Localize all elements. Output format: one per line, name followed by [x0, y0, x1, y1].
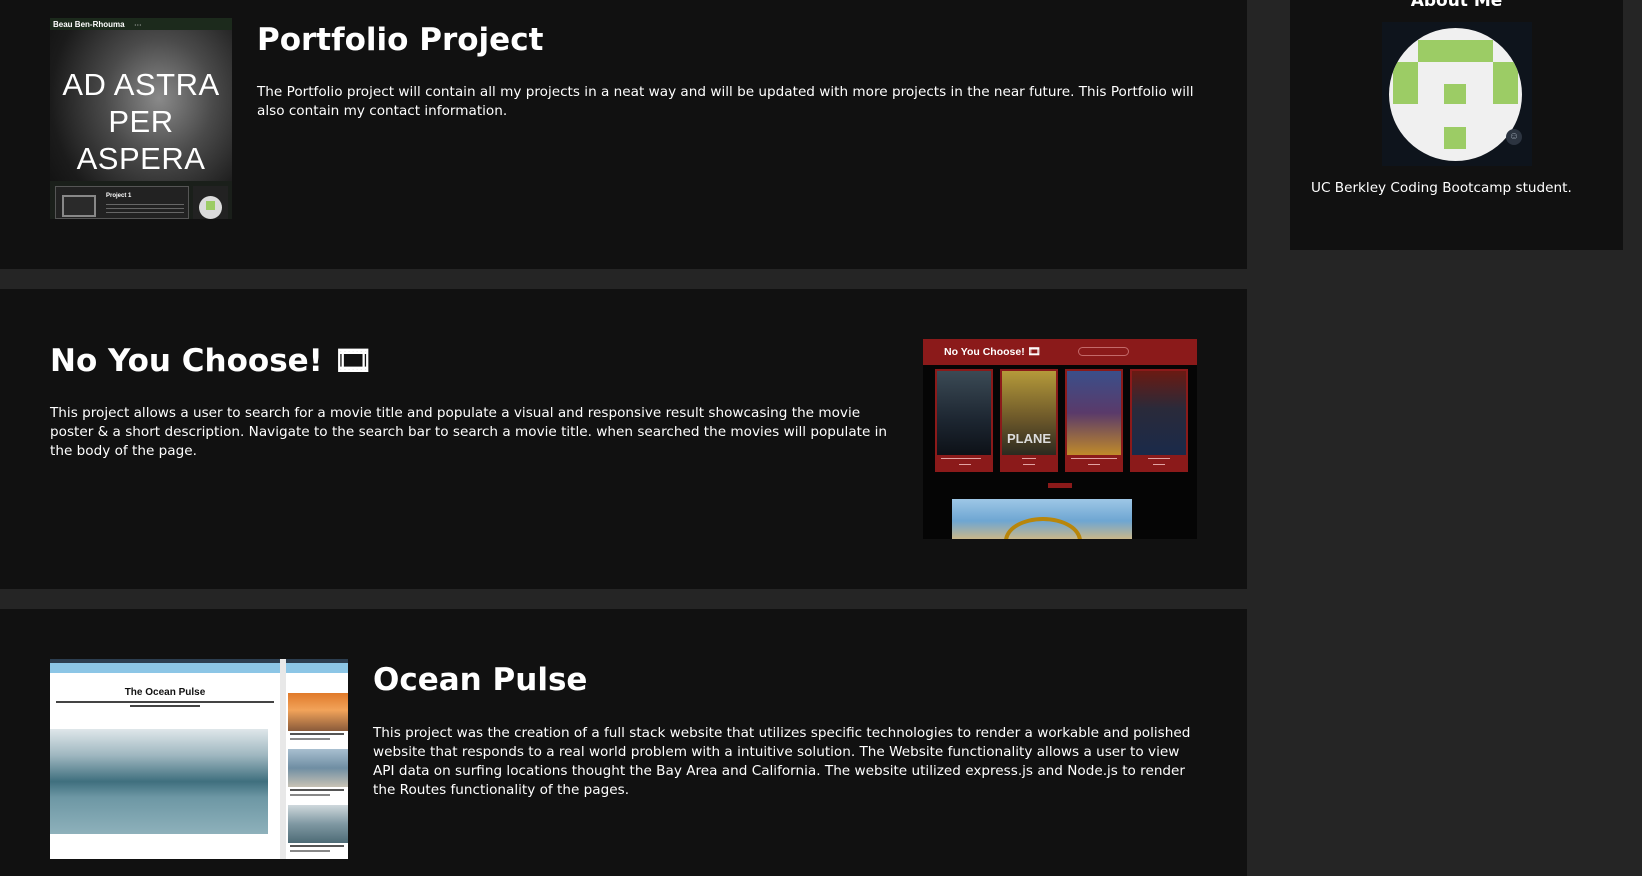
avatar-pixel [1493, 62, 1518, 104]
thumbnail-subtitle-line [130, 705, 200, 707]
thumbnail-motto: AD ASTRA PER ASPERA [50, 66, 232, 177]
thumbnail-top-bar [50, 659, 348, 673]
poster-rating-line [959, 464, 971, 465]
thumbnail-search-input [1078, 347, 1129, 356]
thumbnail-motto-line2: PER ASPERA [76, 104, 206, 176]
project-title-no-you-choose: No You Choose! 🎞 [50, 343, 373, 379]
location-caption-line [290, 845, 344, 847]
thumbnail-lower-section: Project 1 [50, 181, 232, 219]
poster-rating-line [1088, 464, 1100, 465]
thumbnail-nav-links: • • • [134, 21, 141, 27]
location-caption-line [290, 789, 344, 791]
thumbnail-column-divider [280, 659, 286, 859]
about-me-card: About Me ☺ UC Berkley Coding Bootcamp st… [1290, 0, 1623, 250]
thumbnail-navbar: Beau Ben-Rhouma • • • [50, 18, 232, 30]
poster-image [937, 371, 991, 455]
poster-caption-line [1148, 458, 1170, 459]
location-caption-line [290, 733, 344, 735]
thumbnail-project-label: Project 1 [106, 193, 132, 199]
thumbnail-wave-image [50, 729, 268, 834]
poster-image [1132, 371, 1186, 455]
thumbnail-load-more-button [1048, 483, 1072, 488]
project-card-ocean-pulse: The Ocean Pulse Ocean Pulse This project… [0, 609, 1247, 876]
project-card-no-you-choose: No You Choose! 🎞 This project allows a u… [0, 289, 1247, 589]
location-image [288, 805, 348, 843]
portfolio-screenshot-thumbnail[interactable]: Beau Ben-Rhouma • • • AD ASTRA PER ASPER… [50, 18, 232, 219]
location-image [288, 693, 348, 731]
movie-poster-thumb [1065, 369, 1123, 472]
project-title-portfolio: Portfolio Project [257, 22, 544, 58]
thumbnail-motto-line1: AD ASTRA [62, 67, 220, 102]
thumbnail-header-bar: No You Choose! 🎞 [923, 339, 1197, 365]
poster-caption-line [1071, 458, 1117, 459]
thumbnail-avatar-icon [199, 196, 222, 219]
movie-poster-thumb [935, 369, 993, 472]
thumbnail-project-image [62, 195, 96, 217]
thumbnail-studio-banner [952, 499, 1132, 539]
ocean-pulse-screenshot-thumbnail[interactable]: The Ocean Pulse [50, 659, 348, 859]
thumbnail-text-line [106, 208, 184, 209]
avatar: ☺ [1382, 22, 1532, 166]
project-description-ocean-pulse: This project was the creation of a full … [373, 725, 1191, 798]
location-image [288, 749, 348, 787]
avatar-pixel [1444, 84, 1466, 104]
poster-rating-line [1153, 464, 1165, 465]
poster-caption-line [1022, 458, 1036, 459]
project-title-ocean-pulse: Ocean Pulse [373, 662, 588, 698]
poster-rating-line [1023, 464, 1035, 465]
avatar-pixel [1393, 62, 1418, 104]
thumbnail-subtitle-line [56, 701, 274, 703]
poster-image [1067, 371, 1121, 455]
about-me-title: About Me [1410, 0, 1503, 11]
avatar-pixel [1418, 40, 1493, 62]
project-card-portfolio: Beau Ben-Rhouma • • • AD ASTRA PER ASPER… [0, 0, 1247, 269]
thumbnail-text-line [106, 212, 184, 213]
thumbnail-site-title: The Ocean Pulse [124, 687, 206, 698]
poster-caption-line [941, 458, 981, 459]
poster-title-text: PLANE [1006, 431, 1052, 446]
location-caption-line [290, 850, 330, 852]
avatar-pixel [1444, 127, 1466, 149]
location-caption-line [290, 738, 330, 740]
identicon-avatar-icon [1389, 28, 1522, 161]
movie-poster-thumb: PLANE [1000, 369, 1058, 472]
movie-poster-thumb [1130, 369, 1188, 472]
project-description-portfolio: The Portfolio project will contain all m… [257, 84, 1194, 119]
thumbnail-project-box: Project 1 [55, 186, 189, 219]
thumbnail-header-title: No You Choose! 🎞 [944, 346, 1041, 358]
no-you-choose-screenshot-thumbnail[interactable]: No You Choose! 🎞 PLANE [923, 339, 1197, 539]
location-caption-line [290, 794, 330, 796]
thumbnail-site-name: Beau Ben-Rhouma [53, 19, 125, 29]
project-description-no-you-choose: This project allows a user to search for… [50, 405, 888, 459]
smiley-icon: ☺ [1506, 129, 1522, 145]
thumbnail-text-line [106, 204, 184, 205]
thumbnail-about-box [193, 186, 228, 219]
about-me-bio: UC Berkley Coding Bootcamp student. [1311, 180, 1572, 196]
